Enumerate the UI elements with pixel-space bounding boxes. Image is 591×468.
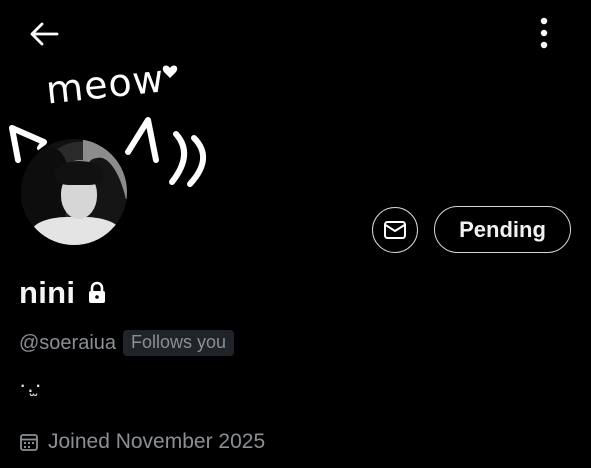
back-button[interactable] <box>24 16 64 52</box>
joined-row: Joined November 2025 <box>19 428 265 456</box>
calendar-icon <box>20 434 38 451</box>
heart-doodle <box>162 65 178 78</box>
display-name: nini <box>19 275 76 310</box>
arrow-left-icon <box>30 22 59 46</box>
banner-doodle-text: meow <box>44 56 167 112</box>
bio-text: ·.̫· <box>19 372 43 397</box>
handle-row: @soeraiua Follows you <box>19 329 235 357</box>
follows-you-badge: Follows you <box>123 330 235 356</box>
message-button[interactable] <box>372 207 418 253</box>
envelope-icon <box>384 221 406 239</box>
name-row: nini <box>19 273 107 313</box>
avatar[interactable] <box>19 137 129 247</box>
cat-ear-right <box>125 117 159 163</box>
joined-date: Joined November 2025 <box>48 430 266 453</box>
user-handle: @soeraiua <box>19 331 117 354</box>
more-options-button[interactable] <box>526 12 562 54</box>
pending-follow-button[interactable]: Pending <box>434 206 571 253</box>
lock-icon <box>89 281 106 303</box>
more-vertical-icon <box>540 17 548 49</box>
doodle-mark-2 <box>187 135 206 187</box>
doodle-mark-1 <box>169 131 187 185</box>
